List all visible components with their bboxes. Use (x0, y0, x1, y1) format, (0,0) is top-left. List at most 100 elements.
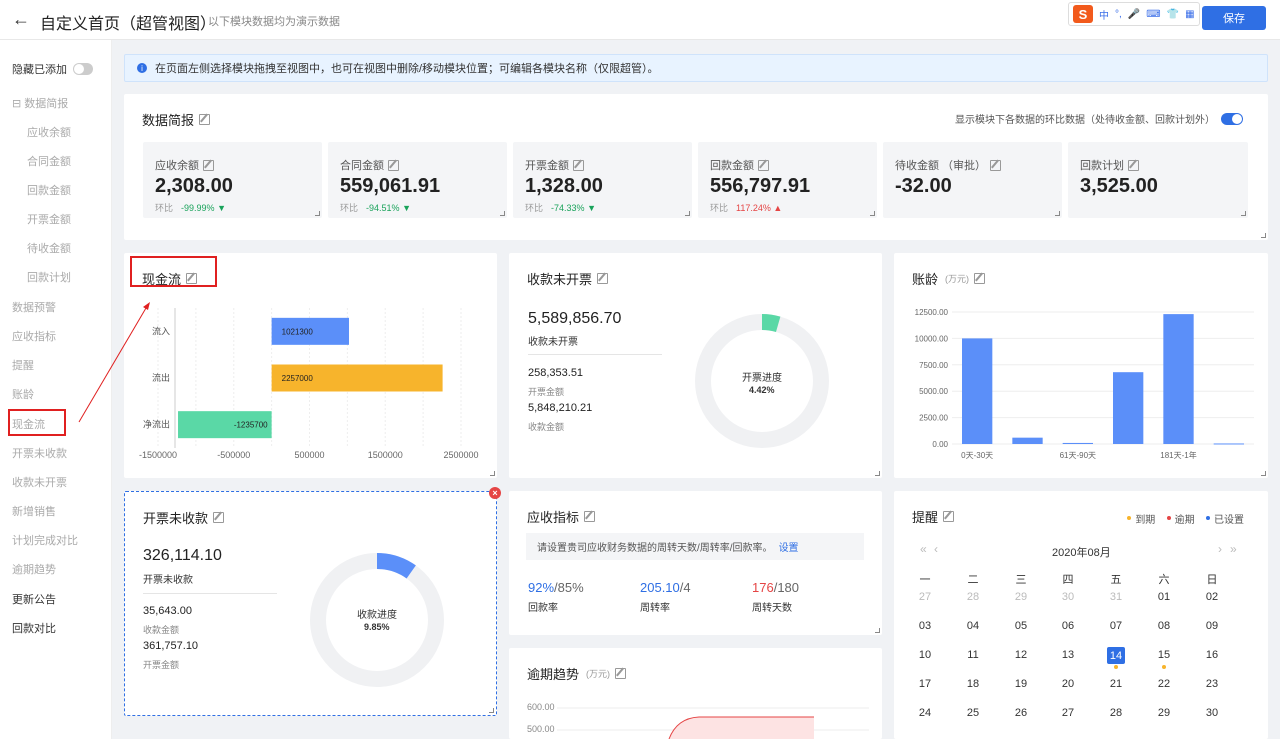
sidebar-item-payment-amount[interactable]: 回款金额 (27, 182, 71, 198)
calendar-day[interactable]: 31 (1104, 591, 1128, 603)
calendar-day[interactable]: 11 (961, 649, 985, 661)
chinese-mode-icon[interactable]: 中 (1099, 7, 1109, 22)
sidebar-item-overdue-trend[interactable]: 逾期趋势 (12, 561, 56, 577)
calendar-today[interactable]: 14 (1107, 647, 1125, 664)
resize-handle[interactable] (685, 211, 690, 216)
compare-toggle-row[interactable]: 显示模块下各数据的环比数据（处待收金额、回款计划外） (955, 111, 1243, 126)
receivable-index-card[interactable]: 应收指标 (509, 491, 882, 635)
sidebar-item-receivable-balance[interactable]: 应收余额 (27, 124, 71, 140)
hide-added-toggle-row[interactable]: 隐藏已添加 (12, 61, 93, 77)
calendar-day[interactable]: 24 (913, 707, 937, 719)
sidebar-item-announcement[interactable]: 更新公告 (12, 591, 56, 607)
edit-icon[interactable] (388, 159, 399, 171)
edit-icon[interactable] (1128, 159, 1139, 171)
calendar-day[interactable]: 22 (1152, 678, 1176, 690)
sogou-logo-icon[interactable]: S (1073, 5, 1093, 23)
sidebar-item-payment-plan[interactable]: 回款计划 (27, 269, 71, 285)
calendar-day[interactable]: 04 (961, 620, 985, 632)
sidebar-item-plan-comparison[interactable]: 计划完成对比 (12, 532, 78, 548)
edit-icon[interactable] (943, 511, 955, 522)
edit-icon[interactable] (213, 512, 225, 523)
calendar-day[interactable]: 09 (1200, 620, 1224, 632)
microphone-icon[interactable]: 🎤 (1128, 9, 1140, 20)
edit-icon[interactable] (203, 159, 214, 171)
calendar-day[interactable]: 18 (961, 678, 985, 690)
resize-handle[interactable] (1261, 471, 1266, 476)
sidebar-item-new-sales[interactable]: 新增销售 (12, 503, 56, 519)
edit-icon[interactable] (584, 511, 596, 522)
calendar-day[interactable]: 27 (913, 591, 937, 603)
sidebar-item-invoice-amount[interactable]: 开票金额 (27, 211, 71, 227)
calendar-day[interactable]: 07 (1104, 620, 1128, 632)
ime-toolbar[interactable]: S 中 °, 🎤 ⌨ 👕 ▦ (1068, 2, 1200, 26)
hide-added-switch[interactable] (73, 63, 93, 75)
sidebar-group-brief[interactable]: ⊟ 数据简报 (12, 95, 68, 111)
resize-handle[interactable] (315, 211, 320, 216)
sidebar-item-payment-comparison[interactable]: 回款对比 (12, 620, 56, 636)
calendar-day[interactable]: 28 (961, 591, 985, 603)
prev-year-icon[interactable]: « (920, 542, 927, 556)
next-year-icon[interactable]: » (1230, 542, 1237, 556)
skin-icon[interactable]: 👕 (1167, 9, 1179, 20)
sidebar-item-contract-amount[interactable]: 合同金额 (27, 153, 71, 169)
calendar-day[interactable]: 30 (1200, 707, 1224, 719)
calendar-day[interactable]: 16 (1200, 649, 1224, 661)
calendar-day[interactable]: 03 (913, 620, 937, 632)
paid-uninvoiced-card[interactable]: 收款未开票 5,589,856.70 收款未开票 258,353.51 开票金额… (509, 253, 882, 478)
calendar-day[interactable]: 19 (1009, 678, 1033, 690)
edit-icon[interactable] (758, 159, 769, 171)
aging-card[interactable]: 账龄 (万元) 0.00 2500.00 5000.00 7500.00 10000.00… (894, 253, 1268, 478)
resize-handle[interactable] (1055, 211, 1060, 216)
sidebar-item-reminder[interactable]: 提醒 (12, 357, 34, 373)
kpi-payment-plan[interactable]: 回款计划 3,525.00 (1068, 142, 1248, 218)
sidebar-item-receivable-index[interactable]: 应收指标 (12, 328, 56, 344)
sidebar-item-pending-amount[interactable]: 待收金额 (27, 240, 71, 256)
keyboard-icon[interactable]: ⌨ (1146, 9, 1160, 20)
grid-menu-icon[interactable]: ▦ (1185, 9, 1194, 20)
resize-handle[interactable] (1261, 233, 1266, 238)
calendar-day[interactable]: 25 (961, 707, 985, 719)
calendar-day[interactable]: 30 (1056, 591, 1080, 603)
calendar-day[interactable]: 01 (1152, 591, 1176, 603)
punctuation-icon[interactable]: °, (1115, 9, 1122, 20)
edit-icon[interactable] (597, 273, 609, 284)
overdue-trend-card[interactable]: 逾期趋势 (万元) 600.00 500.00 (509, 648, 882, 739)
resize-handle[interactable] (490, 471, 495, 476)
calendar-day[interactable]: 23 (1200, 678, 1224, 690)
calendar-day[interactable]: 10 (913, 649, 937, 661)
sidebar-item-data-warning[interactable]: 数据预警 (12, 299, 56, 315)
back-arrow-icon[interactable]: ← (12, 9, 30, 30)
kpi-payment-amount[interactable]: 回款金额 556,797.91 环比 117.24% ▲ (698, 142, 877, 218)
reminder-card[interactable]: 提醒 到期 逾期 已设置 « ‹ 2020年08月 › » 一 二 三 四 五 六 日 27 2… (894, 491, 1268, 739)
resize-handle[interactable] (1241, 211, 1246, 216)
resize-handle[interactable] (500, 211, 505, 216)
kpi-receivable-balance[interactable]: 应收余额 2,308.00 环比 -99.99% ▼ (143, 142, 322, 218)
close-icon[interactable]: × (489, 487, 501, 499)
edit-icon[interactable] (573, 159, 584, 171)
invoiced-unpaid-card[interactable]: 开票未收款 326,114.10 开票未收款 35,643.00 收款金额 36… (124, 491, 497, 716)
calendar-day[interactable]: 29 (1009, 591, 1033, 603)
resize-handle[interactable] (875, 471, 880, 476)
calendar-day[interactable]: 26 (1009, 707, 1033, 719)
calendar-day[interactable]: 02 (1200, 591, 1224, 603)
calendar-day[interactable]: 13 (1056, 649, 1080, 661)
prev-month-icon[interactable]: ‹ (934, 542, 938, 556)
edit-icon[interactable] (199, 114, 211, 125)
calendar-day[interactable]: 27 (1056, 707, 1080, 719)
sidebar-item-paid-uninvoiced[interactable]: 收款未开票 (12, 474, 67, 490)
calendar-day[interactable]: 12 (1009, 649, 1033, 661)
calendar-day[interactable]: 08 (1152, 620, 1176, 632)
resize-handle[interactable] (875, 628, 880, 633)
kpi-invoice-amount[interactable]: 开票金额 1,328.00 环比 -74.33% ▼ (513, 142, 692, 218)
calendar-day[interactable]: 15 (1152, 649, 1176, 661)
setting-link[interactable]: 设置 (779, 539, 799, 554)
sidebar-item-aging[interactable]: 账龄 (12, 386, 34, 402)
calendar-day[interactable]: 28 (1104, 707, 1128, 719)
calendar-day[interactable]: 06 (1056, 620, 1080, 632)
calendar-day[interactable]: 20 (1056, 678, 1080, 690)
calendar-day[interactable]: 05 (1009, 620, 1033, 632)
sidebar-item-invoiced-unpaid[interactable]: 开票未收款 (12, 445, 67, 461)
kpi-pending-amount[interactable]: 待收金额 （审批） -32.00 (883, 142, 1062, 218)
resize-handle[interactable] (489, 708, 494, 713)
next-month-icon[interactable]: › (1218, 542, 1222, 556)
